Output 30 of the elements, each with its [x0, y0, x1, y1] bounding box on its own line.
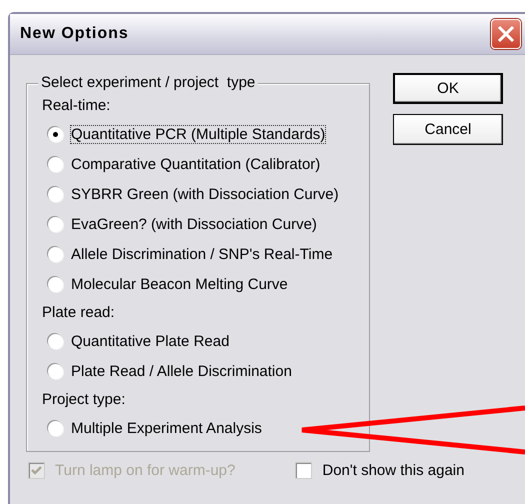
cancel-button[interactable]: Cancel: [393, 114, 503, 145]
radio-option[interactable]: Molecular Beacon Melting Curve: [42, 269, 369, 299]
radio-button[interactable]: [48, 420, 63, 436]
radio-option[interactable]: Quantitative PCR (Multiple Standards): [42, 119, 369, 149]
radio-button[interactable]: [48, 246, 63, 262]
radio-button[interactable]: [48, 216, 63, 232]
close-button[interactable]: [491, 19, 521, 49]
radio-option[interactable]: Plate Read / Allele Discrimination: [42, 356, 369, 386]
section-label: Real-time:: [42, 96, 112, 116]
close-icon: [496, 24, 516, 44]
radio-button[interactable]: [48, 156, 63, 172]
radio-option[interactable]: Comparative Quantitation (Calibrator): [42, 149, 369, 179]
radio-option[interactable]: Quantitative Plate Read: [42, 326, 369, 356]
radio-button[interactable]: [48, 126, 63, 142]
section-label: Plate read:: [42, 303, 116, 323]
radio-option[interactable]: SYBRR Green (with Dissociation Curve): [42, 179, 369, 209]
group-legend: Select experiment / project type: [38, 74, 258, 91]
section-label: Project type:: [42, 390, 126, 410]
radio-button[interactable]: [48, 334, 63, 348]
radio-option[interactable]: Allele Discrimination / SNP's Real-Time: [42, 239, 369, 269]
ok-button[interactable]: OK: [393, 73, 503, 104]
checkbox[interactable]: [295, 462, 312, 479]
radio-button[interactable]: [48, 364, 63, 378]
radio-button[interactable]: [48, 276, 63, 292]
window-title: New Options: [20, 25, 129, 43]
radio-option[interactable]: Multiple Experiment Analysis: [42, 413, 369, 443]
check-icon: [30, 464, 43, 477]
checkbox-option[interactable]: Don't show this again: [295, 462, 464, 479]
radio-option[interactable]: EvaGreen? (with Dissociation Curve): [42, 209, 369, 239]
radio-button[interactable]: [48, 186, 63, 202]
